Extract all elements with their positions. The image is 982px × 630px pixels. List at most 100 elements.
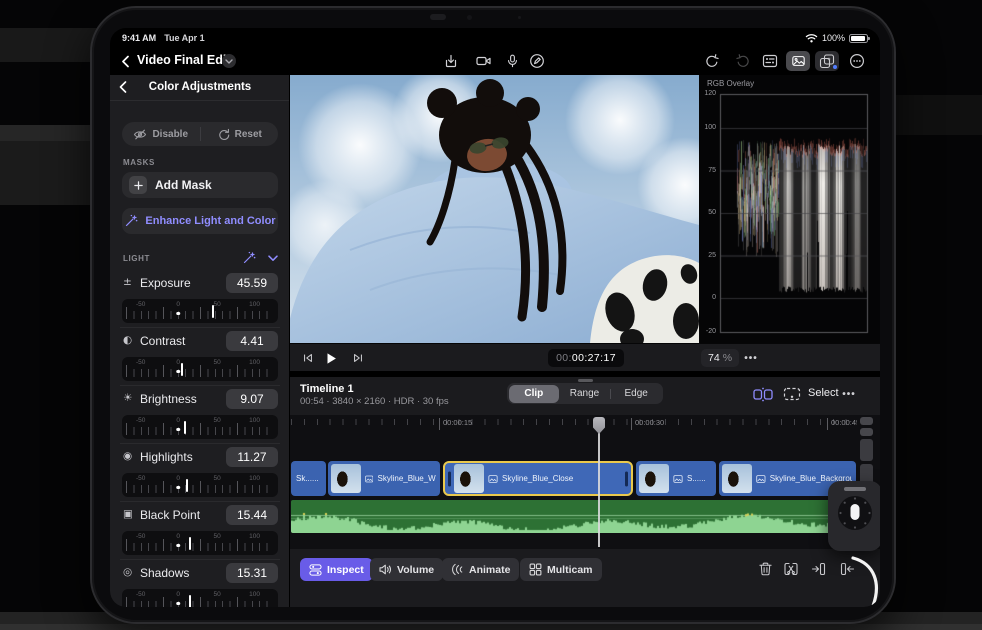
playhead[interactable] bbox=[593, 417, 605, 434]
reset-button[interactable]: Reset bbox=[201, 122, 279, 146]
scope-tick: 75 bbox=[708, 167, 716, 174]
zoom-strip-segment bbox=[860, 439, 873, 461]
zoom-level[interactable]: 74 % bbox=[701, 349, 740, 367]
clip-options-button[interactable] bbox=[781, 386, 803, 402]
skip-back-button[interactable] bbox=[300, 351, 316, 365]
panel-title: Color Adjustments bbox=[148, 81, 252, 93]
add-mask-button[interactable]: Add Mask bbox=[122, 172, 278, 198]
jog-wheel[interactable] bbox=[828, 481, 880, 551]
clip-selected[interactable]: Skyline_Blue_Close bbox=[443, 461, 633, 496]
inspect-button[interactable]: Inspect bbox=[300, 558, 373, 581]
photo-icon bbox=[488, 474, 498, 483]
slider-track[interactable]: -50 0 50 100 bbox=[122, 299, 278, 323]
mode-range[interactable]: Range bbox=[559, 385, 610, 403]
slider-thumb[interactable] bbox=[188, 537, 191, 550]
slider-value-field[interactable]: 45.59 bbox=[226, 273, 278, 293]
slider-track[interactable]: -50 0 50 100 bbox=[122, 415, 278, 439]
insert-clip-icon bbox=[811, 562, 826, 576]
back-button[interactable] bbox=[114, 51, 136, 71]
slider-label: Contrast bbox=[140, 334, 186, 348]
volume-button[interactable]: Volume bbox=[370, 558, 444, 581]
slider-thumb[interactable] bbox=[185, 479, 188, 492]
clip[interactable]: S...... bbox=[636, 461, 716, 496]
project-title[interactable]: Video Final Edit bbox=[137, 53, 231, 67]
slider-thumb[interactable] bbox=[212, 305, 214, 318]
eye-off-icon bbox=[134, 129, 147, 139]
photo-icon bbox=[365, 475, 374, 482]
multicam-icon bbox=[529, 563, 542, 576]
audio-track[interactable] bbox=[291, 500, 856, 533]
mode-edge[interactable]: Edge bbox=[611, 385, 662, 403]
record-audio-button[interactable] bbox=[501, 51, 523, 71]
magnetic-timeline-button[interactable] bbox=[752, 386, 774, 402]
timeline-more-button[interactable]: ••• bbox=[838, 386, 860, 402]
blade-button[interactable] bbox=[782, 560, 800, 578]
slider-contrast: ◐ Contrast 4.41 -50 0 50 100 bbox=[120, 327, 280, 389]
slider-thumb[interactable] bbox=[188, 595, 191, 607]
slider-track[interactable]: -50 0 50 100 bbox=[122, 531, 278, 555]
panel-resize-handle[interactable] bbox=[578, 379, 593, 382]
add-mask-label: Add Mask bbox=[155, 178, 212, 192]
slider-value-field[interactable]: 15.31 bbox=[226, 563, 278, 583]
clip[interactable]: Sk...... bbox=[291, 461, 326, 496]
slider-track[interactable]: -50 0 50 100 bbox=[122, 473, 278, 497]
viewer-more-button[interactable]: ••• bbox=[743, 351, 759, 365]
origin-dot bbox=[176, 485, 180, 489]
collapse-chevron-icon[interactable] bbox=[268, 254, 278, 262]
animate-label: Animate bbox=[469, 563, 511, 576]
play-button[interactable] bbox=[323, 351, 339, 365]
slider-thumb[interactable] bbox=[184, 421, 187, 434]
redo-icon bbox=[736, 54, 749, 67]
slider-label: Black Point bbox=[140, 508, 201, 522]
timecode-display[interactable]: 00: 00:27:17 bbox=[548, 349, 624, 367]
auto-enhance-icon[interactable] bbox=[242, 251, 256, 265]
battery-percent: 100% bbox=[821, 33, 845, 43]
slider-value-field[interactable]: 4.41 bbox=[226, 331, 278, 351]
zoom-strip-segment bbox=[860, 428, 873, 436]
pencil-settings-button[interactable] bbox=[526, 51, 548, 71]
import-button[interactable] bbox=[440, 51, 462, 71]
disable-label: Disable bbox=[152, 128, 189, 140]
scope-tick: -20 bbox=[705, 328, 716, 335]
mode-clip[interactable]: Clip bbox=[508, 384, 560, 403]
scope-tick: 100 bbox=[704, 124, 716, 131]
more-button[interactable] bbox=[846, 51, 868, 71]
highlights-icon: ◉ bbox=[123, 450, 133, 462]
disable-button[interactable]: Disable bbox=[122, 122, 200, 146]
zoom-unit: % bbox=[722, 352, 733, 364]
record-video-button[interactable] bbox=[472, 51, 494, 71]
redo-button[interactable] bbox=[732, 51, 754, 71]
jog-wheel-grip[interactable] bbox=[844, 487, 866, 491]
slider-thumb[interactable] bbox=[180, 363, 183, 376]
delete-button[interactable] bbox=[756, 560, 774, 578]
timeline-bottom-bar: Inspect Volume Animate Multicam bbox=[290, 549, 880, 607]
video-preview[interactable] bbox=[290, 75, 699, 343]
animate-button[interactable]: Animate bbox=[442, 558, 520, 581]
timeline-ruler[interactable] bbox=[291, 419, 858, 425]
timecode-value: 00:27:17 bbox=[571, 352, 616, 364]
slider-track[interactable]: -50 0 50 100 bbox=[122, 589, 278, 607]
clip-name: Sk...... bbox=[296, 474, 319, 483]
slider-track[interactable]: -50 0 50 100 bbox=[122, 357, 278, 381]
pencil-icon bbox=[530, 54, 544, 68]
inspector-toggle-button[interactable] bbox=[759, 51, 781, 71]
slider-value-field[interactable]: 11.27 bbox=[226, 447, 278, 467]
media-browser-button[interactable] bbox=[786, 51, 810, 71]
light-section-header: LIGHT bbox=[110, 251, 289, 267]
slider-value-field[interactable]: 9.07 bbox=[226, 389, 278, 409]
connected-clips-icon bbox=[753, 387, 773, 401]
enhance-button[interactable]: Enhance Light and Color bbox=[122, 208, 278, 234]
undo-button[interactable] bbox=[701, 51, 723, 71]
multicam-button[interactable]: Multicam bbox=[520, 558, 602, 581]
ellipsis-icon: ••• bbox=[842, 388, 856, 400]
title-menu-button[interactable] bbox=[222, 54, 236, 68]
slider-value-field[interactable]: 15.44 bbox=[226, 505, 278, 525]
slider-shadows: ◎ Shadows 15.31 -50 0 50 100 bbox=[120, 559, 280, 607]
skip-forward-button[interactable] bbox=[350, 351, 366, 365]
brightness-icon: ☀ bbox=[123, 392, 133, 404]
clip[interactable]: Skyline_Blue_Wide bbox=[328, 461, 440, 496]
insert-clip-button[interactable] bbox=[810, 560, 828, 578]
effects-browser-button[interactable] bbox=[815, 51, 839, 71]
volume-label: Volume bbox=[397, 563, 435, 576]
select-mode-button[interactable]: Select bbox=[808, 387, 839, 399]
